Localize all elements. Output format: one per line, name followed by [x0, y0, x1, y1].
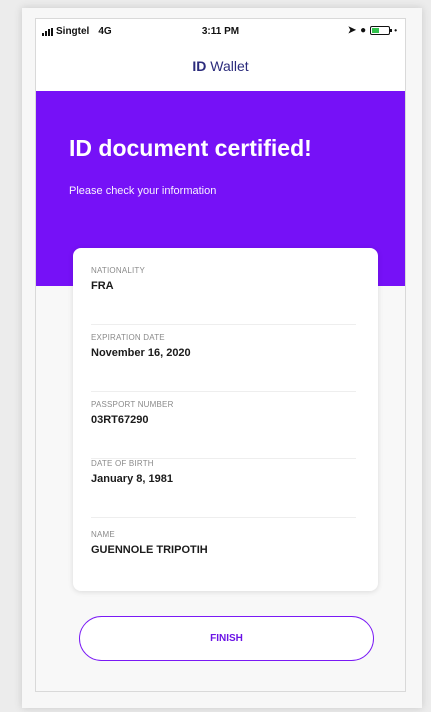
field-label: EXPIRATION DATE [91, 333, 165, 342]
field-value: January 8, 1981 [91, 473, 173, 485]
nav-brand: ID [192, 58, 207, 74]
field-label: PASSPORT NUMBER [91, 400, 174, 409]
field-name: NAME GUENNOLE TRIPOTIH [91, 530, 356, 588]
page-subtitle: Please check your information [69, 185, 217, 197]
status-bar: Singtel 4G 3:11 PM ➤ ● • [36, 19, 405, 43]
location-icon: ➤ [347, 25, 357, 36]
field-label: NATIONALITY [91, 266, 146, 275]
info-card: NATIONALITY FRA EXPIRATION DATE November… [73, 248, 378, 591]
status-right: ➤ ● • [348, 25, 397, 36]
field-nationality: NATIONALITY FRA [91, 266, 356, 325]
alarm-icon: ● [360, 25, 367, 36]
charging-icon: • [394, 26, 397, 35]
field-date-of-birth: DATE OF BIRTH January 8, 1981 [91, 459, 356, 518]
nav-title: Wallet [210, 58, 249, 74]
field-label: NAME [91, 530, 115, 539]
nav-bar: ID Wallet [36, 43, 405, 89]
field-value: GUENNOLE TRIPOTIH [91, 544, 208, 556]
page-title: ID document certified! [69, 135, 312, 161]
field-value: 03RT67290 [91, 414, 149, 426]
battery-icon [370, 26, 393, 35]
field-passport-number: PASSPORT NUMBER 03RT67290 [91, 400, 356, 459]
field-value: FRA [91, 280, 114, 292]
field-label: DATE OF BIRTH [91, 459, 154, 468]
field-expiration-date: EXPIRATION DATE November 16, 2020 [91, 333, 356, 392]
field-value: November 16, 2020 [91, 347, 191, 359]
finish-button[interactable]: FINISH [79, 616, 374, 661]
phone-screen: Singtel 4G 3:11 PM ➤ ● • ID Wallet ID do… [35, 18, 406, 692]
